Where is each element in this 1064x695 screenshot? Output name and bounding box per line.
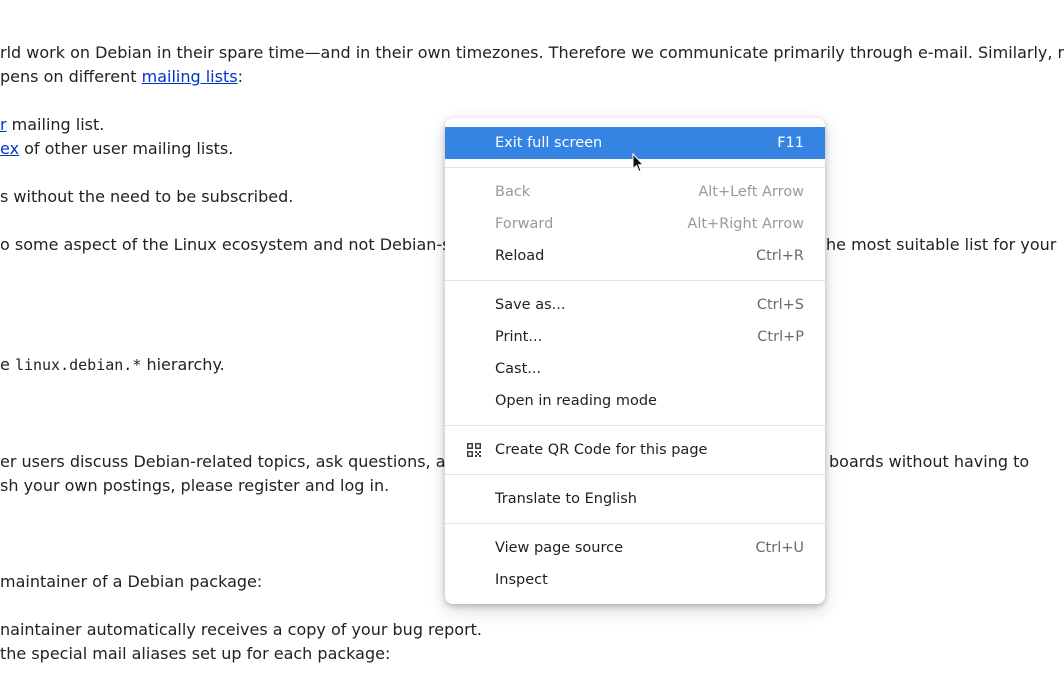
menu-item-save-as[interactable]: Save as... Ctrl+S: [445, 289, 825, 321]
qr-code-icon: [467, 443, 481, 457]
text-run: pens on different: [0, 67, 142, 86]
menu-item-cast[interactable]: Cast...: [445, 353, 825, 385]
menu-separator: [445, 474, 825, 475]
menu-item-forward: Forward Alt+Right Arrow: [445, 208, 825, 240]
text-run: he most suitable list for your: [826, 235, 1057, 254]
text-run: rld work on Debian in their spare time—a…: [0, 43, 1064, 62]
menu-item-label: Open in reading mode: [495, 393, 657, 409]
page-text-line: boards without having to: [829, 450, 1029, 474]
menu-item-print[interactable]: Print... Ctrl+P: [445, 321, 825, 353]
text-run: the special mail aliases set up for each…: [0, 644, 391, 663]
page-text-line: sh your own postings, please register an…: [0, 474, 389, 498]
text-run: s without the need to be subscribed.: [0, 187, 294, 206]
text-run: e: [0, 355, 15, 374]
page-text-line: naintainer automatically receives a copy…: [0, 618, 482, 642]
page-text-line: er users discuss Debian-related topics, …: [0, 450, 491, 474]
menu-item-label: Reload: [495, 248, 545, 264]
page-text-line: he most suitable list for your: [826, 233, 1056, 257]
page-text-line: e linux.debian.* hierarchy.: [0, 353, 225, 377]
page-text-line: o some aspect of the Linux ecosystem and…: [0, 233, 489, 257]
menu-item-open-in-reading-mode[interactable]: Open in reading mode: [445, 385, 825, 417]
menu-item-label: Cast...: [495, 361, 542, 377]
menu-item-shortcut: Alt+Left Arrow: [698, 184, 804, 200]
page-link[interactable]: ex: [0, 139, 19, 158]
page-text-line: s without the need to be subscribed.: [0, 185, 293, 209]
menu-item-label: Back: [495, 184, 531, 200]
text-run: of other user mailing lists.: [19, 139, 234, 158]
menu-separator: [445, 280, 825, 281]
page-link[interactable]: mailing lists: [142, 67, 238, 86]
inline-code: linux.debian.*: [14, 356, 142, 374]
menu-item-label: Exit full screen: [495, 135, 603, 151]
menu-item-label: Save as...: [495, 297, 566, 313]
menu-item-view-page-source[interactable]: View page source Ctrl+U: [445, 532, 825, 564]
menu-item-label: Create QR Code for this page: [495, 442, 708, 458]
text-run: hierarchy.: [141, 355, 225, 374]
page-text-line: the special mail aliases set up for each…: [0, 642, 390, 666]
page-text-line: r mailing list.: [0, 113, 104, 137]
menu-item-shortcut: F11: [777, 135, 804, 151]
text-run: sh your own postings, please register an…: [0, 476, 390, 495]
menu-item-translate-to-english[interactable]: Translate to English: [445, 483, 825, 515]
text-run: er users discuss Debian-related topics, …: [0, 452, 491, 471]
menu-item-shortcut: Ctrl+R: [755, 248, 804, 264]
text-run: mailing list.: [6, 115, 105, 134]
menu-item-label: Print...: [495, 329, 543, 345]
mouse-pointer-icon: [632, 153, 644, 173]
context-menu[interactable]: Exit full screen F11 Back Alt+Left Arrow For…: [445, 118, 825, 604]
menu-item-shortcut: Ctrl+U: [755, 540, 804, 556]
text-run: :: [237, 67, 243, 86]
menu-item-create-qr-code-for-this-page[interactable]: Create QR Code for this page: [445, 434, 825, 466]
menu-item-reload[interactable]: Reload Ctrl+R: [445, 240, 825, 272]
menu-item-shortcut: Alt+Right Arrow: [687, 216, 804, 232]
menu-separator: [445, 523, 825, 524]
menu-item-shortcut: Ctrl+P: [757, 329, 804, 345]
menu-item-label: Inspect: [495, 572, 548, 588]
page-link[interactable]: r: [0, 115, 7, 134]
page-text-line: ex of other user mailing lists.: [0, 137, 233, 161]
menu-item-label: Forward: [495, 216, 554, 232]
text-run: maintainer of a Debian package:: [0, 572, 263, 591]
text-run: o some aspect of the Linux ecosystem and…: [0, 235, 490, 254]
menu-item-shortcut: Ctrl+S: [756, 297, 804, 313]
text-run: naintainer automatically receives a copy…: [0, 620, 483, 639]
page-text-line: rld work on Debian in their spare time—a…: [0, 41, 1064, 65]
menu-item-label: View page source: [495, 540, 623, 556]
page-text-line: maintainer of a Debian package:: [0, 570, 262, 594]
menu-item-inspect[interactable]: Inspect: [445, 564, 825, 596]
menu-item-back: Back Alt+Left Arrow: [445, 176, 825, 208]
menu-item-label: Translate to English: [495, 491, 637, 507]
menu-separator: [445, 425, 825, 426]
page-text-line: pens on different mailing lists:: [0, 65, 243, 89]
text-run: boards without having to: [829, 452, 1030, 471]
